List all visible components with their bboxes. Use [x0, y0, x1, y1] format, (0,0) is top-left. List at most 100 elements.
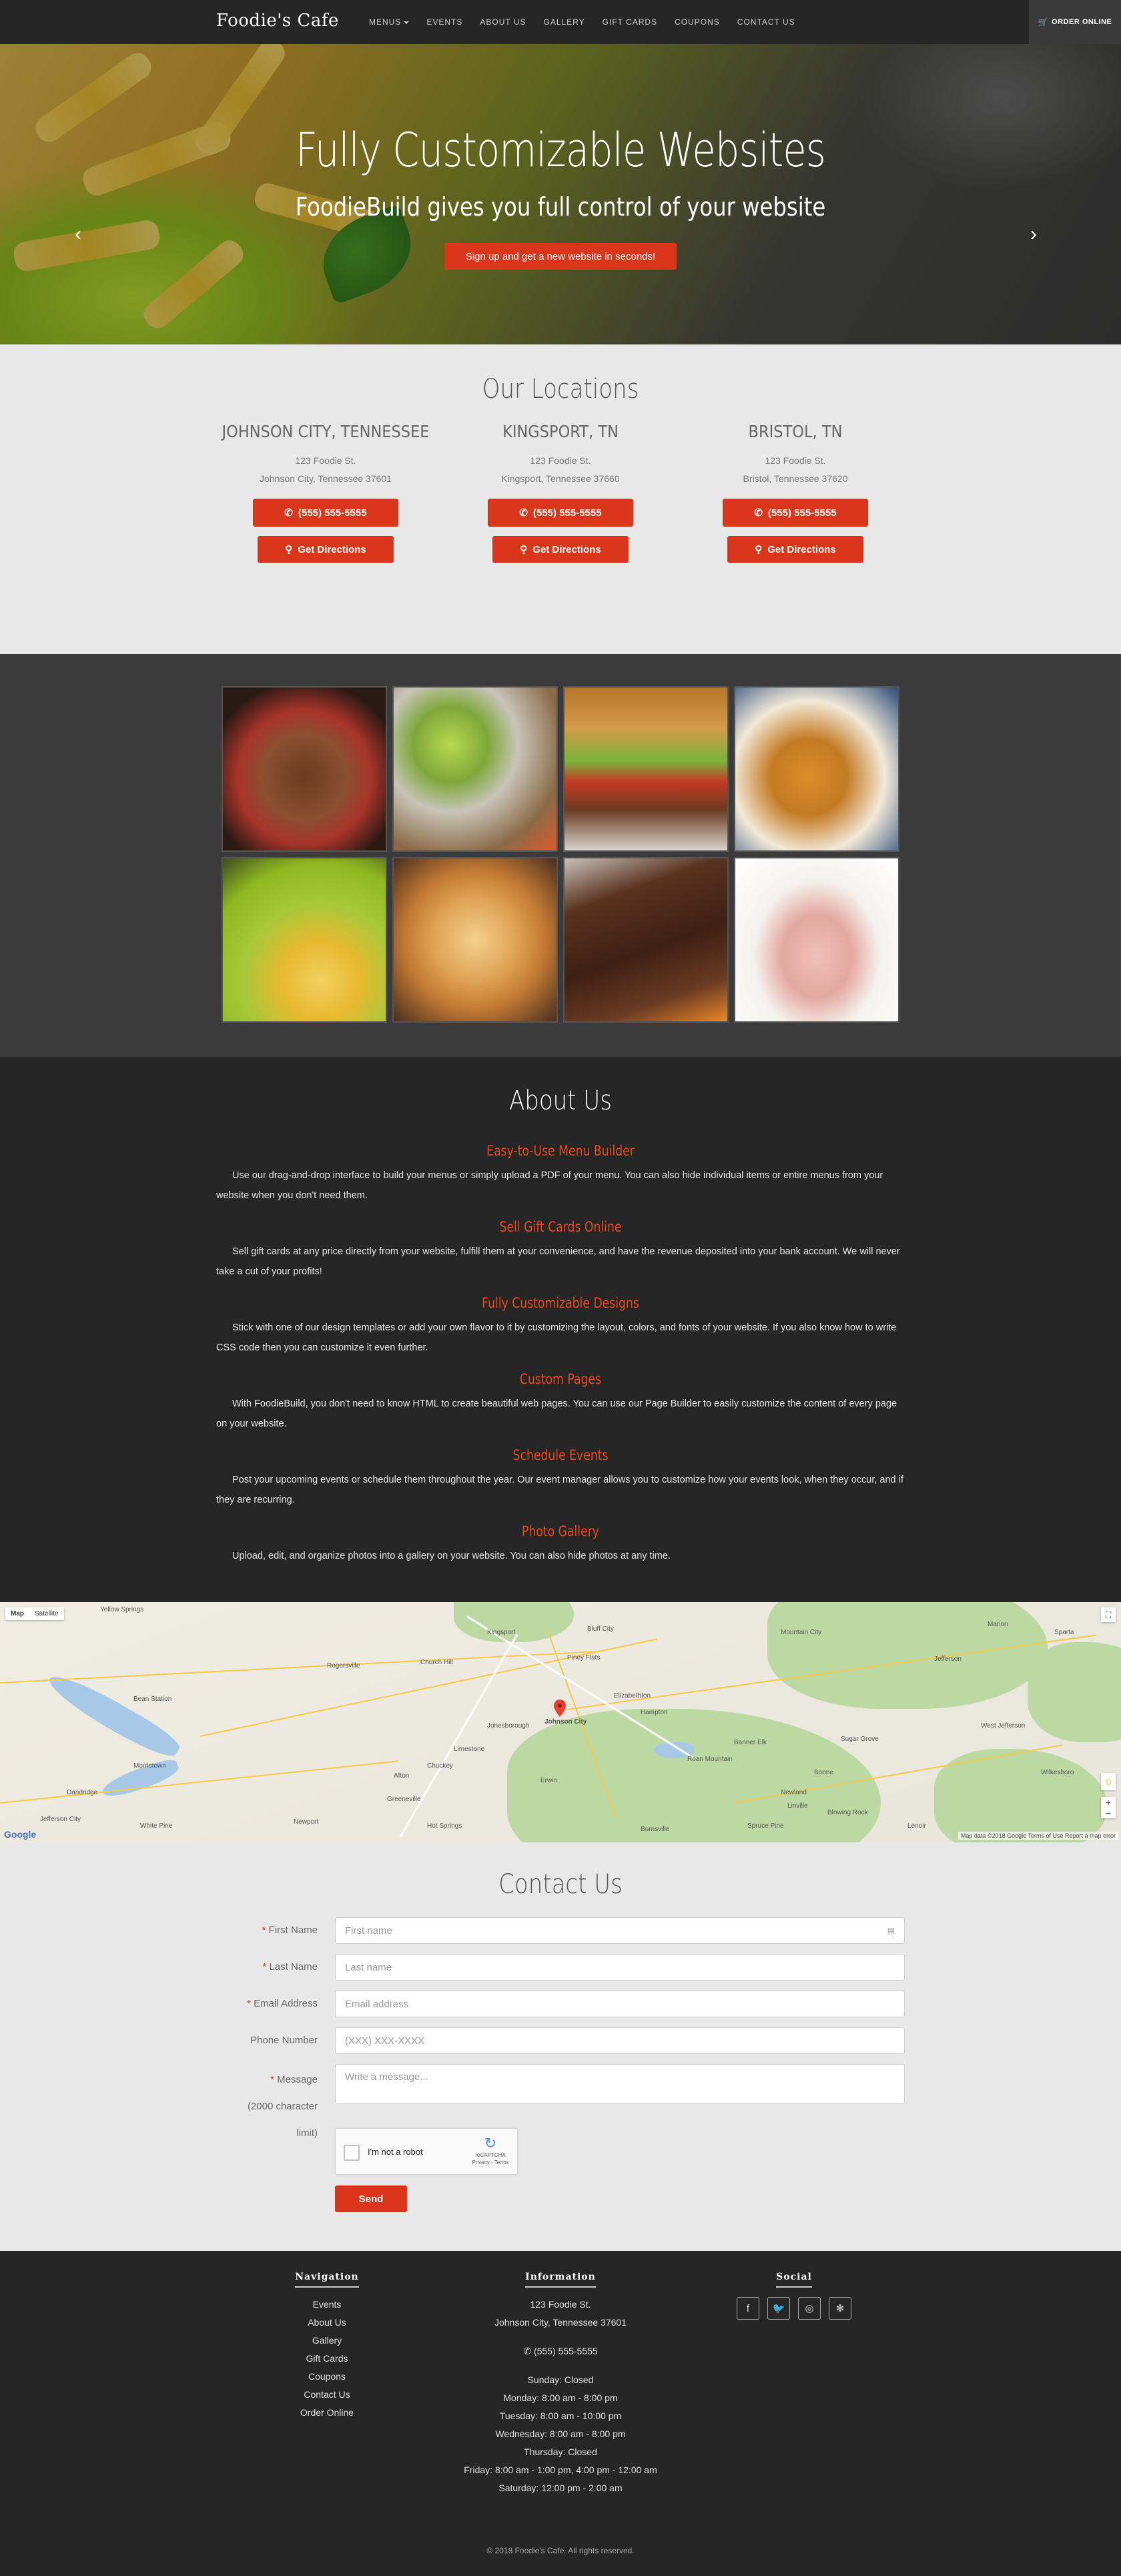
- location-name: JOHNSON CITY, TENNESSEE: [222, 422, 430, 441]
- feature-title: Schedule Events: [512, 1447, 609, 1463]
- brand-logo[interactable]: Foodie's Cafe: [216, 11, 339, 31]
- fullscreen-icon[interactable]: ⛶: [1101, 1607, 1116, 1622]
- map-type-satellite[interactable]: Satellite: [29, 1607, 64, 1620]
- get-directions-button[interactable]: ⚲ Get Directions: [727, 536, 863, 563]
- nav-events[interactable]: EVENTS: [418, 17, 471, 27]
- last-name-placeholder: Last name: [345, 1961, 392, 1973]
- google-map[interactable]: Yellow Springs Kingsport Bluff City Pine…: [0, 1602, 1121, 1842]
- footer-link-events[interactable]: Events: [267, 2296, 387, 2314]
- map-label: Chuckey: [427, 1762, 453, 1770]
- first-name-input[interactable]: First name ▤: [335, 1917, 905, 1944]
- twitter-icon[interactable]: 🐦: [767, 2297, 790, 2320]
- feature-block: Easy-to-Use Menu Builder Use our drag-an…: [216, 1143, 905, 1206]
- nav-menus-dropdown[interactable]: MENUS: [360, 17, 418, 27]
- order-online-button[interactable]: 🛒 ORDER ONLINE: [1029, 0, 1121, 44]
- nav-gallery[interactable]: GALLERY: [534, 17, 593, 27]
- map-pin-icon[interactable]: [554, 1700, 566, 1717]
- call-button[interactable]: ✆ (555) 555-5555: [723, 499, 868, 527]
- footer-link-about-us[interactable]: About Us: [267, 2314, 387, 2332]
- get-directions-label: Get Directions: [767, 543, 836, 555]
- site-footer: Navigation Events About Us Gallery Gift …: [0, 2251, 1121, 2576]
- get-directions-button[interactable]: ⚲ Get Directions: [492, 536, 629, 563]
- zoom-in-icon[interactable]: +: [1101, 1797, 1116, 1808]
- footer-phone[interactable]: ✆ (555) 555-5555: [427, 2342, 694, 2360]
- location-card: KINGSPORT, TN 123 Foodie St. Kingsport, …: [443, 422, 678, 563]
- map-road: [0, 1650, 600, 1684]
- feature-title: Photo Gallery: [522, 1523, 599, 1539]
- feature-title: Sell Gift Cards Online: [499, 1219, 622, 1235]
- email-input[interactable]: Email address: [335, 1991, 905, 2017]
- instagram-icon[interactable]: ◎: [798, 2297, 821, 2320]
- recaptcha-links[interactable]: Privacy - Terms: [470, 2159, 510, 2166]
- phone-input[interactable]: (XXX) XXX-XXXX: [335, 2027, 905, 2054]
- location-street: 123 Foodie St.: [530, 455, 591, 466]
- footer-link-gallery[interactable]: Gallery: [267, 2332, 387, 2350]
- hero-subtitle: FoodieBuild gives you full control of yo…: [295, 192, 826, 222]
- call-button[interactable]: ✆ (555) 555-5555: [488, 499, 633, 527]
- map-label: Jefferson: [934, 1655, 962, 1663]
- gallery-photo-pasta[interactable]: [222, 857, 387, 1023]
- call-button-label: (555) 555-5555: [533, 507, 602, 519]
- map-label: Dandridge: [67, 1789, 98, 1796]
- footer-link-order-online[interactable]: Order Online: [267, 2404, 387, 2422]
- facebook-icon[interactable]: f: [737, 2297, 759, 2320]
- gallery-photo-lime-drink[interactable]: [392, 686, 558, 852]
- caret-down-icon: [404, 21, 410, 24]
- map-label: Roan Mountain: [687, 1756, 733, 1763]
- feature-block: Custom Pages With FoodieBuild, you don't…: [216, 1371, 905, 1434]
- last-name-input[interactable]: Last name: [335, 1954, 905, 1981]
- map-label: Mountain City: [781, 1629, 822, 1636]
- yelp-icon[interactable]: ✻: [829, 2297, 851, 2320]
- footer-street: 123 Foodie St.: [530, 2299, 591, 2310]
- street-view-icon[interactable]: ☺: [1101, 1773, 1116, 1790]
- nav-contact-us[interactable]: CONTACT US: [729, 17, 804, 27]
- map-label: Bean Station: [133, 1696, 172, 1703]
- email-label: * Email Address: [216, 1998, 318, 2009]
- gallery-photo-granola[interactable]: [222, 686, 387, 852]
- feature-title: Custom Pages: [519, 1371, 602, 1387]
- footer-link-coupons[interactable]: Coupons: [267, 2368, 387, 2386]
- autofill-icon: ▤: [887, 1926, 895, 1935]
- carousel-prev-icon[interactable]: ‹: [75, 223, 81, 246]
- zoom-out-icon[interactable]: −: [1101, 1808, 1116, 1818]
- gallery-photo-brownies[interactable]: [563, 857, 729, 1023]
- nav-coupons[interactable]: COUPONS: [666, 17, 729, 27]
- location-name: KINGSPORT, TN: [502, 422, 619, 441]
- map-forest-area: [454, 1602, 574, 1642]
- gallery-photo-burger[interactable]: [563, 686, 729, 852]
- send-button[interactable]: Send: [335, 2185, 407, 2212]
- map-label: Limestone: [454, 1746, 485, 1753]
- footer-link-contact-us[interactable]: Contact Us: [267, 2386, 387, 2404]
- order-online-label: ORDER ONLINE: [1052, 18, 1112, 26]
- gallery-photo-salmon-mousse[interactable]: [734, 857, 899, 1023]
- phone-icon: ✆: [519, 507, 528, 519]
- map-type-map[interactable]: Map: [5, 1607, 29, 1620]
- feature-text: With FoodieBuild, you don't need to know…: [216, 1398, 897, 1429]
- location-city: Johnson City, Tennessee 37601: [260, 473, 392, 484]
- call-button[interactable]: ✆ (555) 555-5555: [253, 499, 398, 527]
- recaptcha-label: I'm not a robot: [368, 2147, 423, 2157]
- gallery-photo-croissants[interactable]: [734, 686, 899, 852]
- required-asterisk: *: [247, 1998, 254, 2009]
- carousel-next-icon[interactable]: ›: [1030, 223, 1037, 246]
- nav-about-us[interactable]: ABOUT US: [471, 17, 534, 27]
- signup-cta-button[interactable]: Sign up and get a new website in seconds…: [444, 243, 677, 270]
- hours-saturday: Saturday: 12:00 pm - 2:00 am: [498, 2483, 623, 2493]
- map-attribution: Map data ©2018 Google Terms of Use Repor…: [958, 1832, 1118, 1840]
- feature-block: Sell Gift Cards Online Sell gift cards a…: [216, 1219, 905, 1282]
- map-label: Erwin: [540, 1777, 558, 1784]
- nav-gift-cards[interactable]: GIFT CARDS: [594, 17, 666, 27]
- feature-block: Photo Gallery Upload, edit, and organize…: [216, 1523, 905, 1566]
- hero-title: Fully Customizable Websites: [295, 123, 826, 178]
- map-lake: [43, 1667, 184, 1764]
- get-directions-button[interactable]: ⚲ Get Directions: [258, 536, 394, 563]
- message-textarea[interactable]: Write a message...: [335, 2064, 905, 2104]
- gallery-photo-pizza[interactable]: [392, 857, 558, 1023]
- location-card: BRISTOL, TN 123 Foodie St. Bristol, Tenn…: [678, 422, 913, 563]
- footer-link-gift-cards[interactable]: Gift Cards: [267, 2350, 387, 2368]
- hours-thursday: Thursday: Closed: [524, 2446, 597, 2457]
- map-label: Burnsville: [641, 1826, 670, 1833]
- recaptcha-checkbox[interactable]: [344, 2145, 360, 2161]
- social-icons: f 🐦 ◎ ✻: [727, 2297, 861, 2320]
- map-label: Morristown: [133, 1762, 166, 1770]
